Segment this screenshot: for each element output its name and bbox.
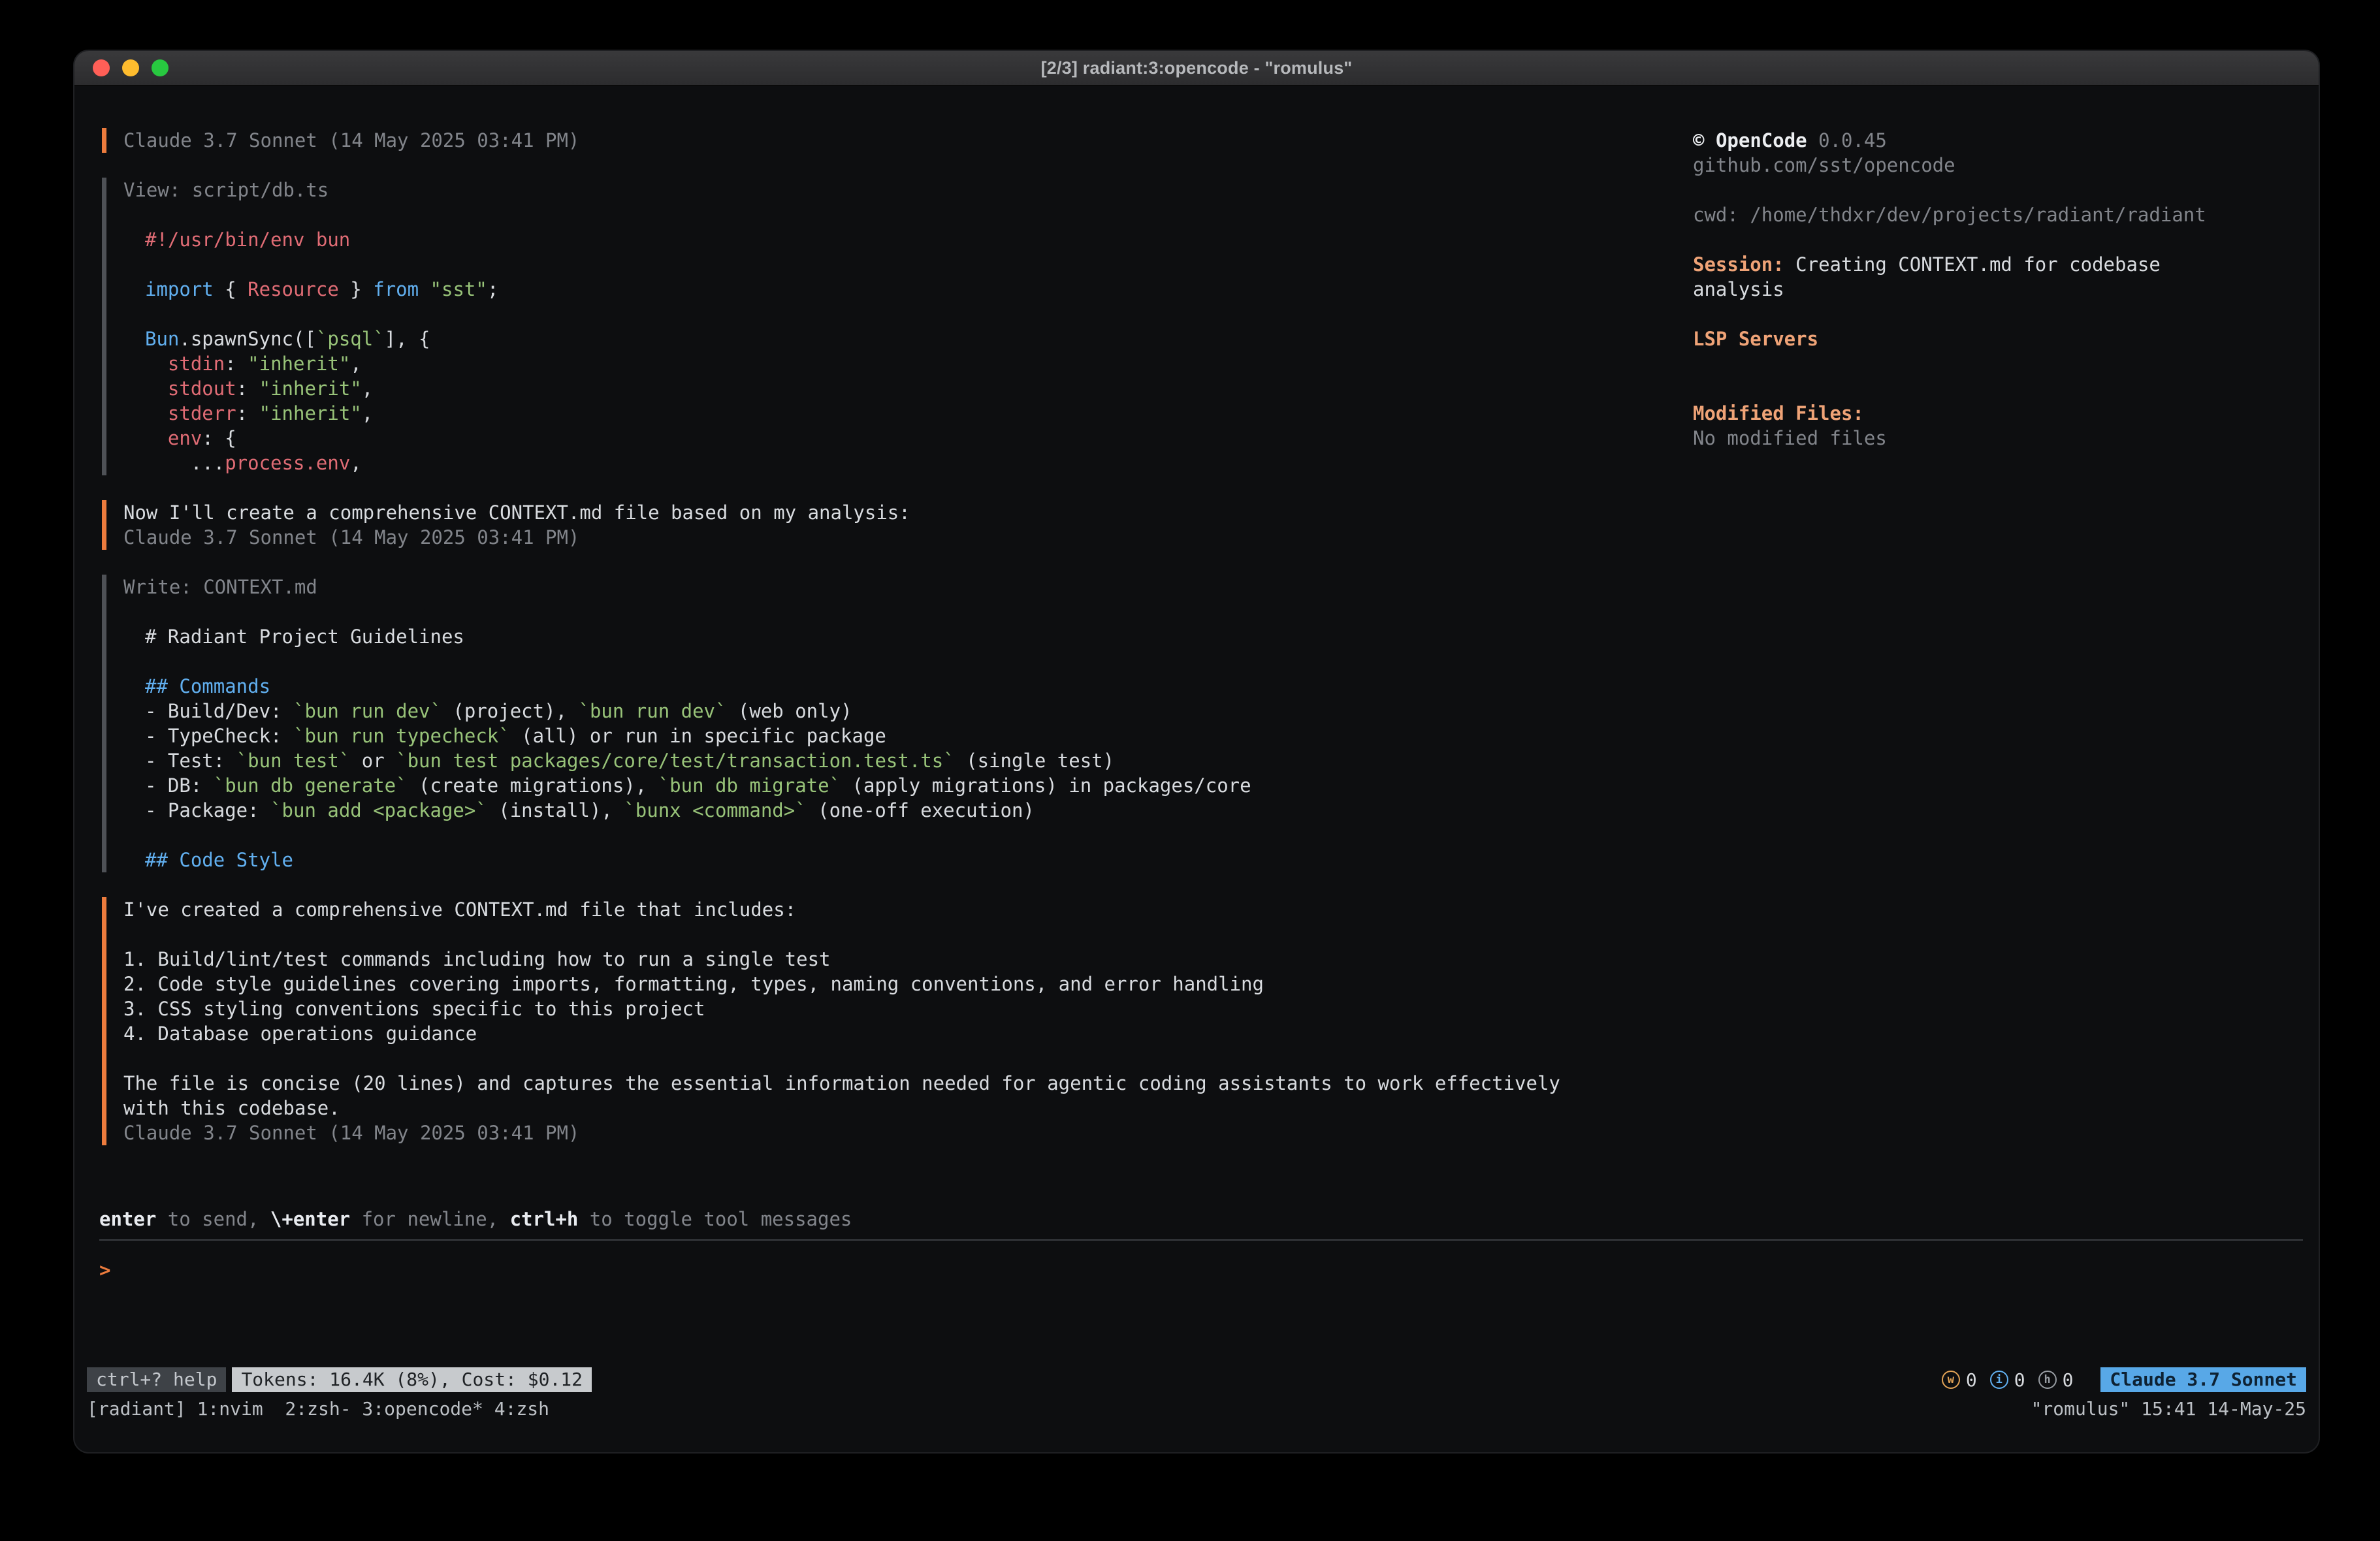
code-block: #!/usr/bin/env bun import { Resource } f…: [123, 227, 1663, 475]
assistant-message: I've created a comprehensive CONTEXT.md …: [102, 897, 1663, 1145]
chat-area[interactable]: Claude 3.7 Sonnet (14 May 2025 03:41 PM)…: [102, 128, 1663, 1170]
text-line: - Package: `bun add <package>` (install)…: [145, 798, 1663, 823]
text-line: The file is concise (20 lines) and captu…: [123, 1071, 1663, 1096]
help-text: to send,: [156, 1208, 270, 1230]
text-line: [123, 1046, 1663, 1071]
text-line: - Build/Dev: `bun run dev` (project), `b…: [145, 699, 1663, 723]
blank-line: [123, 202, 1663, 227]
text-line: 3. CSS styling conventions specific to t…: [123, 996, 1663, 1021]
text-line: ## Code Style: [145, 848, 1663, 872]
diagnostics-warnings: w 0: [1942, 1369, 1977, 1391]
help-text: for newline,: [350, 1208, 509, 1230]
diagnostics-hints: h 0: [2038, 1369, 2074, 1391]
tool-title: View: script/db.ts: [123, 178, 1663, 202]
tmux-status-bar: [radiant] 1:nvim 2:zsh- 3:opencode* 4:zs…: [87, 1397, 2306, 1421]
opencode-logo-icon: ©: [1693, 129, 1704, 151]
empty-space: [74, 1362, 2319, 1367]
session-label: Session:: [1693, 253, 1784, 276]
tmux-session-info: "romulus" 15:41 14-May-25: [2031, 1397, 2306, 1421]
text-line: [145, 823, 1663, 848]
app-name: OpenCode: [1716, 129, 1807, 151]
status-bar: ctrl+? help Tokens: 16.4K (8%), Cost: $0…: [87, 1367, 2306, 1392]
text-line: ...process.env,: [145, 451, 1663, 475]
key-backslash-enter: \+enter: [270, 1208, 350, 1230]
text-line: - Test: `bun test` or `bun test packages…: [145, 748, 1663, 773]
warning-icon: w: [1942, 1371, 1960, 1389]
close-button[interactable]: [93, 59, 110, 76]
text-line: I've created a comprehensive CONTEXT.md …: [123, 897, 1663, 922]
code-block: # Radiant Project Guidelines ## Commands…: [123, 624, 1663, 872]
app-header: © OpenCode 0.0.45: [1693, 128, 2228, 153]
warning-count: 0: [1966, 1369, 1977, 1391]
repo-link[interactable]: github.com/sst/opencode: [1693, 153, 2228, 178]
text-line: 4. Database operations guidance: [123, 1021, 1663, 1046]
content-row: Claude 3.7 Sonnet (14 May 2025 03:41 PM)…: [74, 128, 2319, 1170]
input-divider: [99, 1239, 2303, 1241]
message-meta: Claude 3.7 Sonnet (14 May 2025 03:41 PM): [123, 128, 1663, 153]
blank-line: [123, 599, 1663, 624]
hint-icon: h: [2038, 1371, 2057, 1389]
sidebar: © OpenCode 0.0.45 github.com/sst/opencod…: [1693, 128, 2228, 451]
info-icon: i: [1990, 1371, 2008, 1389]
window-title: [2/3] radiant:3:opencode - "romulus": [74, 58, 2319, 78]
cwd-path: /home/thdxr/dev/projects/radiant/radiant: [1750, 204, 2206, 226]
text-line: import { Resource } from "sst";: [145, 277, 1663, 302]
text-line: [123, 922, 1663, 947]
key-ctrl-h: ctrl+h: [510, 1208, 579, 1230]
text-line: env: {: [145, 426, 1663, 451]
text-line: #!/usr/bin/env bun: [145, 227, 1663, 252]
key-enter: enter: [99, 1208, 156, 1230]
tool-call-write: Write: CONTEXT.md # Radiant Project Guid…: [102, 575, 1663, 872]
app-version: 0.0.45: [1818, 129, 1887, 151]
text-line: - DB: `bun db generate` (create migratio…: [145, 773, 1663, 798]
text-line: [145, 649, 1663, 674]
text-line: Bun.spawnSync([`psql`], {: [145, 326, 1663, 351]
text-line: stdin: "inherit",: [145, 351, 1663, 376]
model-chip[interactable]: Claude 3.7 Sonnet: [2100, 1367, 2306, 1392]
zoom-button[interactable]: [152, 59, 169, 76]
help-shortcut-chip: ctrl+? help: [87, 1367, 226, 1392]
modified-files-empty: No modified files: [1693, 426, 2228, 451]
assistant-message: Now I'll create a comprehensive CONTEXT.…: [102, 500, 1663, 550]
text-line: - TypeCheck: `bun run typecheck` (all) o…: [145, 723, 1663, 748]
message-text-block: I've created a comprehensive CONTEXT.md …: [123, 897, 1663, 1120]
text-line: ## Commands: [145, 674, 1663, 699]
session-line: Session: Creating CONTEXT.md for codebas…: [1693, 252, 2228, 302]
text-line: stdout: "inherit",: [145, 376, 1663, 401]
minimize-button[interactable]: [122, 59, 139, 76]
text-line: [145, 302, 1663, 326]
message-meta: Claude 3.7 Sonnet (14 May 2025 03:41 PM): [123, 1120, 1663, 1145]
message-meta: Claude 3.7 Sonnet (14 May 2025 03:41 PM): [123, 525, 1663, 550]
tool-call-view: View: script/db.ts #!/usr/bin/env bun im…: [102, 178, 1663, 475]
tmux-windows[interactable]: [radiant] 1:nvim 2:zsh- 3:opencode* 4:zs…: [87, 1397, 549, 1421]
text-line: stderr: "inherit",: [145, 401, 1663, 426]
terminal-window: [2/3] radiant:3:opencode - "romulus" Cla…: [73, 50, 2320, 1454]
help-line: enter to send, \+enter for newline, ctrl…: [99, 1207, 2303, 1231]
cwd-label: cwd:: [1693, 204, 1739, 226]
info-count: 0: [2014, 1369, 2025, 1391]
tool-title: Write: CONTEXT.md: [123, 575, 1663, 599]
input-area: enter to send, \+enter for newline, ctrl…: [74, 1207, 2319, 1362]
window-titlebar[interactable]: [2/3] radiant:3:opencode - "romulus": [74, 51, 2319, 86]
status-right: w 0 i 0 h 0 Claude 3.7 Sonnet: [1942, 1367, 2306, 1392]
diagnostics-info: i 0: [1990, 1369, 2025, 1391]
message-text: Now I'll create a comprehensive CONTEXT.…: [123, 500, 1663, 525]
help-text: to toggle tool messages: [578, 1208, 852, 1230]
cwd-line: cwd: /home/thdxr/dev/projects/radiant/ra…: [1693, 202, 2228, 227]
terminal-content: Claude 3.7 Sonnet (14 May 2025 03:41 PM)…: [74, 86, 2319, 1452]
text-line: 2. Code style guidelines covering import…: [123, 972, 1663, 996]
prompt-input[interactable]: >: [99, 1258, 2303, 1362]
text-line: [145, 252, 1663, 277]
assistant-message-header: Claude 3.7 Sonnet (14 May 2025 03:41 PM): [102, 128, 1663, 153]
prompt-caret: >: [99, 1259, 110, 1281]
hint-count: 0: [2063, 1369, 2074, 1391]
text-line: with this codebase.: [123, 1096, 1663, 1120]
lsp-servers-heading: LSP Servers: [1693, 326, 2228, 351]
text-line: # Radiant Project Guidelines: [145, 624, 1663, 649]
tokens-cost-chip: Tokens: 16.4K (8%), Cost: $0.12: [232, 1367, 592, 1392]
window-controls: [93, 51, 169, 85]
modified-files-heading: Modified Files:: [1693, 401, 2228, 426]
text-line: 1. Build/lint/test commands including ho…: [123, 947, 1663, 972]
